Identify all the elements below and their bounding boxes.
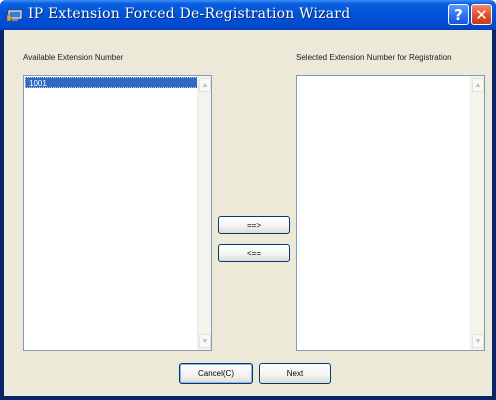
scroll-down-icon[interactable]: ▼ <box>472 334 484 348</box>
title-bar[interactable]: IP Extension Forced De-Registration Wiza… <box>0 0 496 30</box>
scroll-down-icon[interactable]: ▼ <box>199 334 211 348</box>
dialog-body: Available Extension Number 1001 ▲ ▼ ==> … <box>4 30 492 396</box>
selected-extension-list[interactable]: ▲ ▼ <box>296 75 485 351</box>
wizard-window: IP Extension Forced De-Registration Wiza… <box>0 0 496 400</box>
scroll-up-icon[interactable]: ▲ <box>472 78 484 92</box>
window-title: IP Extension Forced De-Registration Wiza… <box>28 6 351 22</box>
available-list-scrollbar[interactable]: ▲ ▼ <box>197 76 211 350</box>
help-button[interactable]: ? <box>448 4 469 25</box>
selected-extension-label: Selected Extension Number for Registrati… <box>296 53 452 62</box>
scroll-up-icon[interactable]: ▲ <box>199 78 211 92</box>
available-extension-list[interactable]: 1001 ▲ ▼ <box>23 75 212 351</box>
selected-list-scrollbar[interactable]: ▲ ▼ <box>470 76 484 350</box>
add-button[interactable]: ==> <box>218 216 290 234</box>
cancel-button[interactable]: Cancel(C) <box>179 363 253 384</box>
app-icon <box>7 9 23 22</box>
remove-button[interactable]: <== <box>218 244 290 262</box>
available-extension-label: Available Extension Number <box>23 53 124 62</box>
help-icon: ? <box>454 5 463 24</box>
close-icon: ✕ <box>475 5 488 24</box>
list-item[interactable]: 1001 <box>25 77 198 88</box>
next-button[interactable]: Next <box>259 363 331 384</box>
close-button[interactable]: ✕ <box>471 4 492 25</box>
